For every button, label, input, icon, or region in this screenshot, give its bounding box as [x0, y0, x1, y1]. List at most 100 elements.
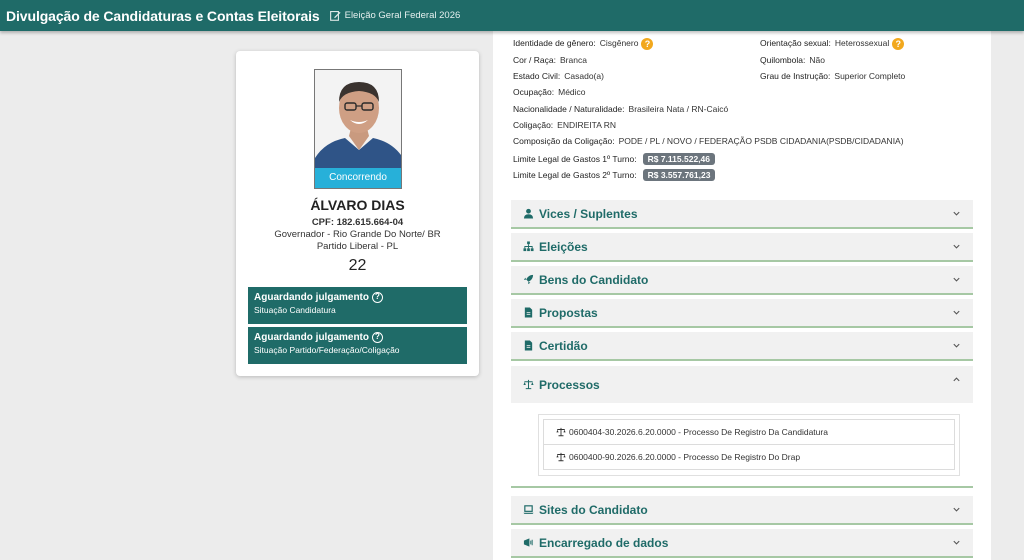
accordion-label: Propostas [539, 305, 598, 320]
scale-icon [556, 427, 566, 437]
field-label: Cor / Raça: [513, 55, 556, 65]
field-value: Não [809, 55, 825, 65]
process-label: 0600400-90.2026.6.20.0000 - Processo De … [569, 452, 801, 462]
accordion-label: Sites do Candidato [539, 502, 648, 517]
laptop-icon [523, 505, 534, 514]
accordion-processos[interactable]: Processos [511, 366, 973, 403]
chevron-down-icon [953, 310, 960, 315]
spending-limit-2: Limite Legal de Gastos 2º Turno: R$ 3.557… [513, 169, 716, 181]
chevron-down-icon [953, 540, 960, 545]
field-value: Casado(a) [564, 71, 604, 81]
accordion-label: Processos [539, 377, 600, 392]
candidate-name: ÁLVARO DIAS [310, 197, 405, 213]
nationality: Nacionalidade / Naturalidade: Brasileira … [513, 104, 728, 114]
candidate-party: Partido Liberal - PL [316, 241, 399, 252]
chevron-down-icon [953, 211, 960, 216]
field-label: Limite Legal de Gastos 2º Turno: [513, 170, 637, 180]
field-value: ENDIREITA RN [557, 120, 617, 130]
accordion-sites[interactable]: Sites do Candidato [511, 496, 973, 525]
data-officer-icon [523, 538, 533, 547]
chevron-down-icon [953, 244, 960, 249]
field-label: Grau de Instrução: [760, 71, 831, 81]
accordion-eleicoes[interactable]: Eleições [511, 233, 973, 262]
race: Cor / Raça: Branca [513, 55, 587, 65]
app-title[interactable]: Divulgação de Candidaturas e Contas Elei… [6, 8, 320, 24]
candidate-number: 22 [348, 257, 367, 274]
field-value: PODE / PL / NOVO / FEDERAÇÃO PSDB CIDADA… [618, 136, 904, 146]
coalition-composition: Composição da Coligação: PODE / PL / NOVO… [513, 136, 904, 146]
chevron-up-icon [953, 377, 960, 382]
candidate-cargo: Governador - Rio Grande Do Norte/ BR [274, 229, 441, 240]
accordion-bens[interactable]: Bens do Candidato [511, 266, 973, 295]
process-link[interactable]: 0600400-90.2026.6.20.0000 - Processo De … [543, 444, 955, 470]
process-label: 0600404-30.2026.6.20.0000 - Processo De … [569, 427, 828, 437]
situation-subtitle: Situação Partido/Federação/Coligação [254, 345, 400, 355]
election-selector[interactable]: Eleição Geral Federal 2026 [329, 10, 461, 21]
accordion-vices[interactable]: Vices / Suplentes [511, 200, 973, 229]
field-value: Cisgênero [599, 38, 639, 48]
education: Grau de Instrução: Superior Completo [760, 71, 905, 81]
help-icon[interactable]: ? [372, 292, 383, 303]
accordion-propostas[interactable]: Propostas [511, 299, 973, 328]
chevron-down-icon [953, 277, 960, 282]
situation-candidatura: Aguardando julgamento ? Situação Candida… [248, 287, 467, 324]
candidate-card: Concorrendo ÁLVARO DIAS CPF: 182.615.664… [236, 51, 479, 376]
rocket-icon [523, 274, 534, 285]
scale-icon [523, 379, 534, 390]
field-label: Ocupação: [513, 87, 555, 97]
edit-icon [329, 11, 341, 21]
candidate-cpf: CPF: 182.615.664-04 [311, 217, 404, 228]
field-label: Coligação: [513, 120, 554, 130]
gender-identity: Identidade de gênero: Cisgênero? [513, 38, 654, 50]
spending-limit-1: Limite Legal de Gastos 1º Turno: R$ 7.115… [513, 153, 715, 165]
field-value: Superior Completo [834, 71, 906, 81]
accordion-encarregado[interactable]: Encarregado de dados [511, 529, 973, 558]
coalition: Coligação: ENDIREITA RN [513, 120, 616, 130]
situation-subtitle: Situação Candidatura [254, 305, 336, 315]
chevron-down-icon [953, 343, 960, 348]
processos-list: 0600404-30.2026.6.20.0000 - Processo De … [538, 414, 960, 476]
sitemap-icon [523, 241, 534, 252]
situation-title: Aguardando julgamento [254, 292, 369, 303]
help-icon[interactable]: ? [892, 38, 905, 50]
occupation: Ocupação: Médico [513, 87, 586, 97]
field-label: Nacionalidade / Naturalidade: [513, 104, 625, 114]
accordion-label: Eleições [539, 239, 588, 254]
accordion-label: Vices / Suplentes [539, 206, 638, 221]
accordion-label: Bens do Candidato [539, 272, 649, 287]
process-link[interactable]: 0600404-30.2026.6.20.0000 - Processo De … [543, 419, 955, 445]
field-label: Estado Civil: [513, 71, 561, 81]
accordion-label: Certidão [539, 338, 588, 353]
user-icon [523, 208, 534, 219]
situation-partido: Aguardando julgamento ? Situação Partido… [248, 327, 467, 364]
field-label: Quilombola: [760, 55, 806, 65]
chevron-down-icon [953, 507, 960, 512]
help-icon[interactable]: ? [372, 332, 383, 343]
marital-status: Estado Civil: Casado(a) [513, 71, 604, 81]
field-label: Orientação sexual: [760, 38, 831, 48]
accordion-label: Encarregado de dados [539, 535, 669, 550]
help-icon[interactable]: ? [641, 38, 654, 50]
scale-icon [556, 452, 566, 462]
field-value: Branca [560, 55, 587, 65]
status-badge: Concorrendo [315, 168, 401, 188]
field-label: Identidade de gênero: [513, 38, 596, 48]
field-value: Médico [558, 87, 586, 97]
money-badge: R$ 7.115.522,46 [642, 153, 715, 165]
situation-title: Aguardando julgamento [254, 332, 369, 343]
field-label: Composição da Coligação: [513, 136, 615, 146]
quilombola: Quilombola: Não [760, 55, 825, 65]
top-bar: Divulgação de Candidaturas e Contas Elei… [0, 0, 1024, 31]
candidate-photo: Concorrendo [314, 69, 402, 189]
field-label: Limite Legal de Gastos 1º Turno: [513, 154, 637, 164]
field-value: Brasileira Nata / RN-Caicó [628, 104, 729, 114]
processos-body: 0600404-30.2026.6.20.0000 - Processo De … [511, 403, 973, 488]
money-badge: R$ 3.557.761,23 [642, 169, 716, 181]
sexual-orientation: Orientação sexual: Heterossexual? [760, 38, 905, 50]
file-icon [524, 340, 533, 351]
election-name: Eleição Geral Federal 2026 [344, 10, 461, 21]
field-value: Heterossexual [834, 38, 890, 48]
file-icon [524, 307, 533, 318]
accordion-certidao[interactable]: Certidão [511, 332, 973, 361]
details-panel: Identidade de gênero: Cisgênero? Orientaç… [493, 31, 991, 560]
